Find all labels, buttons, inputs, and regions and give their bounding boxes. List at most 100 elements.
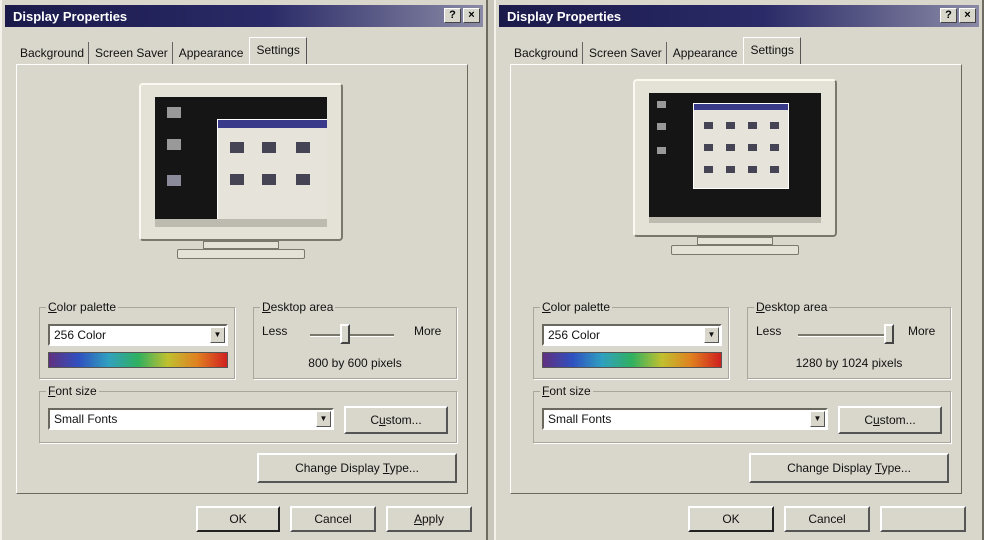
display-properties-window-left: Display Properties ? × Background Screen … bbox=[0, 0, 488, 540]
preview-taskbar bbox=[649, 217, 821, 223]
color-palette-label: Color palette bbox=[46, 300, 119, 314]
color-spectrum-bar bbox=[48, 352, 228, 368]
color-palette-label: Color palette bbox=[540, 300, 613, 314]
close-button[interactable]: × bbox=[463, 8, 480, 23]
more-label: More bbox=[414, 324, 442, 338]
network-icon bbox=[167, 139, 181, 150]
recycle-bin-icon bbox=[657, 147, 666, 154]
folder-icon bbox=[262, 174, 276, 185]
font-size-select[interactable]: Small Fonts ▼ bbox=[48, 408, 334, 430]
tab-appearance[interactable]: Appearance bbox=[175, 42, 248, 64]
font-size-label: Font size bbox=[540, 384, 593, 398]
color-palette-select[interactable]: 256 Color ▼ bbox=[48, 324, 228, 346]
folder-icon bbox=[726, 144, 735, 151]
less-label: Less bbox=[262, 324, 288, 338]
folder-icon bbox=[726, 166, 735, 173]
custom-button[interactable]: Custom... bbox=[838, 406, 942, 434]
desktop-area-group: Desktop area Less More 1280 by 1024 pixe… bbox=[747, 300, 951, 379]
preview-taskbar bbox=[155, 219, 327, 227]
monitor-preview bbox=[139, 83, 343, 241]
display-properties-window-right: Display Properties ? × Background Screen … bbox=[494, 0, 984, 540]
monitor-preview bbox=[633, 79, 837, 237]
desktop-area-group: Desktop area Less More 800 by 600 pixels bbox=[253, 300, 457, 379]
more-label: More bbox=[908, 324, 936, 338]
folder-icon bbox=[770, 144, 779, 151]
ok-button[interactable]: OK bbox=[688, 506, 774, 532]
apply-button-disabled[interactable] bbox=[880, 506, 966, 532]
monitor-base bbox=[671, 245, 799, 255]
chevron-down-icon[interactable]: ▼ bbox=[810, 411, 825, 427]
custom-button[interactable]: Custom... bbox=[344, 406, 448, 434]
folder-icon bbox=[262, 142, 276, 153]
resolution-value: 1280 by 1024 pixels bbox=[795, 356, 903, 370]
desktop-preview-screen bbox=[649, 93, 821, 223]
monitor-neck bbox=[697, 237, 773, 245]
color-palette-group: Color palette 256 Color ▼ bbox=[533, 300, 729, 379]
folder-icon bbox=[704, 166, 713, 173]
desktop-area-label: Desktop area bbox=[754, 300, 830, 314]
settings-panel: Color palette 256 Color ▼ Desktop area L… bbox=[510, 64, 962, 494]
settings-panel: Color palette 256 Color ▼ Desktop area L… bbox=[16, 64, 468, 494]
font-size-value: Small Fonts bbox=[54, 412, 118, 426]
title-bar[interactable]: Display Properties ? × bbox=[5, 5, 483, 27]
monitor-neck bbox=[203, 241, 279, 249]
desktop-area-slider-thumb[interactable] bbox=[884, 324, 894, 344]
tab-settings[interactable]: Settings bbox=[743, 37, 801, 65]
folder-icon bbox=[230, 174, 244, 185]
change-display-type-button[interactable]: Change Display Type... bbox=[749, 453, 949, 483]
folder-icon bbox=[748, 166, 757, 173]
monitor-base bbox=[177, 249, 305, 259]
tab-screen-saver[interactable]: Screen Saver bbox=[585, 42, 667, 64]
font-size-group: Font size Small Fonts ▼ Custom... bbox=[39, 384, 457, 443]
folder-icon bbox=[296, 174, 310, 185]
color-palette-value: 256 Color bbox=[548, 328, 601, 342]
change-display-type-button[interactable]: Change Display Type... bbox=[257, 453, 457, 483]
folder-icon bbox=[704, 144, 713, 151]
network-icon bbox=[657, 123, 666, 130]
ok-button[interactable]: OK bbox=[196, 506, 280, 532]
font-size-select[interactable]: Small Fonts ▼ bbox=[542, 408, 828, 430]
color-palette-value: 256 Color bbox=[54, 328, 107, 342]
close-button[interactable]: × bbox=[959, 8, 976, 23]
window-title: Display Properties bbox=[13, 9, 128, 24]
folder-icon bbox=[770, 122, 779, 129]
folder-icon bbox=[230, 142, 244, 153]
resolution-value: 800 by 600 pixels bbox=[308, 356, 402, 370]
color-palette-group: Color palette 256 Color ▼ bbox=[39, 300, 235, 379]
tab-settings[interactable]: Settings bbox=[249, 37, 307, 65]
chevron-down-icon[interactable]: ▼ bbox=[210, 327, 225, 343]
folder-icon bbox=[748, 122, 757, 129]
my-computer-icon bbox=[657, 101, 666, 108]
folder-icon bbox=[296, 142, 310, 153]
folder-icon bbox=[726, 122, 735, 129]
title-bar[interactable]: Display Properties ? × bbox=[499, 5, 979, 27]
font-size-label: Font size bbox=[46, 384, 99, 398]
cancel-button[interactable]: Cancel bbox=[290, 506, 376, 532]
tab-screen-saver[interactable]: Screen Saver bbox=[91, 42, 173, 64]
chevron-down-icon[interactable]: ▼ bbox=[704, 327, 719, 343]
my-computer-icon bbox=[167, 107, 181, 118]
font-size-value: Small Fonts bbox=[548, 412, 612, 426]
preview-window bbox=[693, 103, 789, 189]
chevron-down-icon[interactable]: ▼ bbox=[316, 411, 331, 427]
font-size-group: Font size Small Fonts ▼ Custom... bbox=[533, 384, 951, 443]
folder-icon bbox=[748, 144, 757, 151]
tab-background[interactable]: Background bbox=[16, 42, 90, 64]
color-spectrum-bar bbox=[542, 352, 722, 368]
preview-window bbox=[217, 119, 327, 225]
color-palette-select[interactable]: 256 Color ▼ bbox=[542, 324, 722, 346]
desktop-area-slider-track[interactable] bbox=[798, 334, 894, 337]
recycle-bin-icon bbox=[167, 175, 181, 186]
desktop-area-slider-thumb[interactable] bbox=[340, 324, 350, 344]
tab-appearance[interactable]: Appearance bbox=[669, 42, 742, 64]
desktop-area-slider-track[interactable] bbox=[310, 334, 394, 337]
cancel-button[interactable]: Cancel bbox=[784, 506, 870, 532]
help-button[interactable]: ? bbox=[940, 8, 957, 23]
desktop-preview-screen bbox=[155, 97, 327, 227]
tab-strip: Background Screen Saver Appearance Settings bbox=[510, 37, 803, 65]
help-button[interactable]: ? bbox=[444, 8, 461, 23]
tab-background[interactable]: Background bbox=[510, 42, 584, 64]
folder-icon bbox=[770, 166, 779, 173]
apply-button[interactable]: Apply bbox=[386, 506, 472, 532]
folder-icon bbox=[704, 122, 713, 129]
